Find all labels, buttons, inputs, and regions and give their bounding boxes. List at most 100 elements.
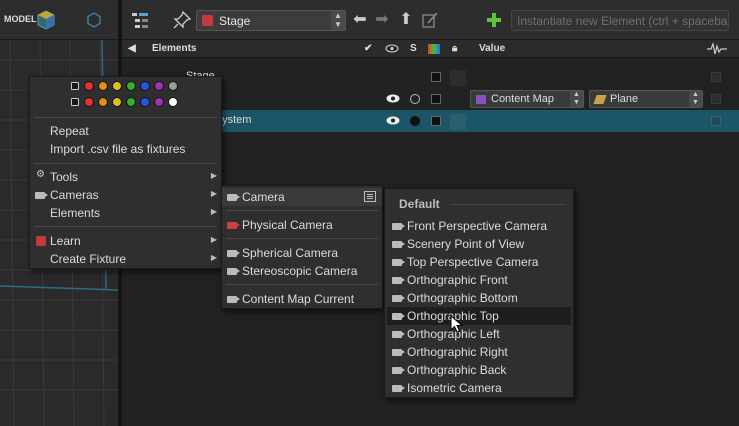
color-row-2-swatch[interactable] xyxy=(126,97,136,107)
pin-icon[interactable] xyxy=(172,10,192,30)
camera-icon xyxy=(392,259,405,266)
camera-icon xyxy=(227,250,240,257)
color-row-1-swatch[interactable] xyxy=(71,82,79,90)
menu-item-camera-preset[interactable]: Orthographic Top xyxy=(387,307,571,325)
instantiate-element-input[interactable] xyxy=(511,10,729,31)
solo-radio[interactable] xyxy=(410,94,420,104)
elements-toolbar: Stage ▲ ▼ ⬅ ➡ ⬆ xyxy=(122,0,739,40)
color-row-1-swatch[interactable] xyxy=(112,81,122,91)
stage-select[interactable]: Stage ▲ ▼ xyxy=(196,10,346,31)
color-header-icon[interactable] xyxy=(428,44,440,54)
menu-item-repeat[interactable]: Repeat xyxy=(30,122,221,140)
menu-item-camera-preset[interactable]: Scenery Point of View xyxy=(387,235,571,253)
select-updown-icon: ▲ ▼ xyxy=(689,91,702,107)
row-end-box[interactable] xyxy=(711,94,721,104)
cube-icon[interactable] xyxy=(36,10,56,30)
arrow-left-icon[interactable]: ⬅ xyxy=(350,10,370,30)
arrow-up-icon[interactable]: ⬆ xyxy=(396,10,416,30)
color-row-2-swatch[interactable] xyxy=(71,98,79,106)
color-row-1-swatch[interactable] xyxy=(98,81,108,91)
menu-item-camera-preset[interactable]: Orthographic Right xyxy=(387,343,571,361)
color-row-1-swatch[interactable] xyxy=(154,81,164,91)
color-row-1-swatch[interactable] xyxy=(126,81,136,91)
color-row-1-swatch[interactable] xyxy=(84,81,94,91)
color-row-2-swatch[interactable] xyxy=(140,97,150,107)
menu-item-camera-preset[interactable]: Top Perspective Camera xyxy=(387,253,571,271)
tree-view-icon[interactable] xyxy=(130,10,150,30)
color-row-2-swatch[interactable] xyxy=(168,97,178,107)
elements-header-title: Elements xyxy=(152,43,197,54)
add-element-icon[interactable] xyxy=(484,10,504,30)
menu-item-stereoscopic-camera[interactable]: Stereoscopic Camera xyxy=(222,262,382,280)
solo-radio[interactable] xyxy=(410,116,420,126)
content-map-label: Content Map xyxy=(491,93,554,105)
camera-icon xyxy=(392,385,405,392)
eye-icon[interactable] xyxy=(386,94,400,103)
content-map-field[interactable]: Content Map ▲ ▼ xyxy=(470,90,584,108)
elements-header: ◀ Elements ✔ S 🔒︎ Value xyxy=(122,40,739,58)
menu-item-import-csv[interactable]: Import .csv file as fixtures xyxy=(30,140,221,158)
collapse-icon[interactable]: ◀ xyxy=(128,43,136,54)
menu-item-camera-preset[interactable]: Front Perspective Camera xyxy=(387,217,571,235)
mouse-cursor-icon xyxy=(450,315,464,333)
color-swatch[interactable] xyxy=(431,94,441,104)
learn-icon xyxy=(36,236,46,246)
menu-item-create-fixture[interactable]: Create Fixture ▶ xyxy=(30,250,221,268)
camera-icon xyxy=(392,223,405,230)
menu-item-camera-preset[interactable]: Orthographic Front xyxy=(387,271,571,289)
submenu-arrow-icon: ▶ xyxy=(210,253,217,262)
camera-icon xyxy=(227,296,240,303)
menu-item-camera-preset[interactable]: Isometric Camera xyxy=(387,379,571,397)
row-end-box[interactable] xyxy=(711,72,721,82)
row-end-box[interactable] xyxy=(711,116,721,126)
gear-icon: ⚙ xyxy=(36,169,45,180)
edit-icon[interactable] xyxy=(420,10,440,30)
menu-item-spherical-camera[interactable]: Spherical Camera xyxy=(222,244,382,262)
arrow-right-icon[interactable]: ➡ xyxy=(372,10,392,30)
menu-item-elements[interactable]: Elements ▶ xyxy=(30,204,221,222)
select-updown-icon: ▲ ▼ xyxy=(570,91,583,107)
color-row-2-swatch[interactable] xyxy=(154,97,164,107)
camera-icon xyxy=(35,192,48,199)
menu-item-learn[interactable]: Learn ▶ xyxy=(30,232,221,250)
solo-header-label[interactable]: S xyxy=(410,43,417,54)
plane-field[interactable]: Plane ▲ ▼ xyxy=(589,90,703,108)
lock-slot[interactable] xyxy=(450,70,466,86)
color-row-1-swatch[interactable] xyxy=(168,81,178,91)
context-menu: Repeat Import .csv file as fixtures ⚙ To… xyxy=(29,76,222,269)
camera-preset-label: Orthographic Right xyxy=(407,345,508,359)
menu-item-physical-camera[interactable]: Physical Camera xyxy=(222,216,382,234)
visibility-header-icon[interactable] xyxy=(385,44,399,53)
camera-icon xyxy=(227,194,240,201)
content-map-icon xyxy=(476,95,486,104)
value-header-label: Value xyxy=(479,43,506,54)
waveform-icon[interactable] xyxy=(706,42,728,56)
menu-item-tools[interactable]: ⚙ Tools ▶ xyxy=(30,168,221,186)
viewport-toolbar: MODEL xyxy=(0,0,118,40)
lock-icon[interactable]: 🔒︎ xyxy=(452,43,457,54)
select-updown-icon: ▲ ▼ xyxy=(331,11,345,30)
menu-item-content-map-current[interactable]: Content Map Current xyxy=(222,290,382,308)
menu-item-camera-preset[interactable]: Orthographic Left xyxy=(387,325,571,343)
camera-preset-label: Orthographic Bottom xyxy=(407,291,518,305)
camera-preset-label: Top Perspective Camera xyxy=(407,255,539,269)
color-row-2-swatch[interactable] xyxy=(98,97,108,107)
list-icon[interactable] xyxy=(364,191,376,202)
color-swatch[interactable] xyxy=(431,72,441,82)
hexagon-icon[interactable] xyxy=(86,12,102,28)
menu-item-camera-preset[interactable]: Orthographic Bottom xyxy=(387,289,571,307)
camera-preset-label: Orthographic Back xyxy=(407,363,507,377)
menu-item-cameras[interactable]: Cameras ▶ xyxy=(30,186,221,204)
eye-icon[interactable] xyxy=(386,116,400,125)
color-row-2-swatch[interactable] xyxy=(112,97,122,107)
camera-icon xyxy=(227,268,240,275)
color-swatch[interactable] xyxy=(431,116,441,126)
color-row-2-swatch[interactable] xyxy=(84,97,94,107)
menu-item-camera[interactable]: Camera xyxy=(222,188,382,206)
checkmark-icon[interactable]: ✔ xyxy=(364,43,372,54)
stage-icon xyxy=(202,15,213,26)
color-row-1-swatch[interactable] xyxy=(140,81,150,91)
camera-icon xyxy=(392,295,405,302)
menu-item-camera-preset[interactable]: Orthographic Back xyxy=(387,361,571,379)
lock-slot[interactable] xyxy=(450,114,466,130)
